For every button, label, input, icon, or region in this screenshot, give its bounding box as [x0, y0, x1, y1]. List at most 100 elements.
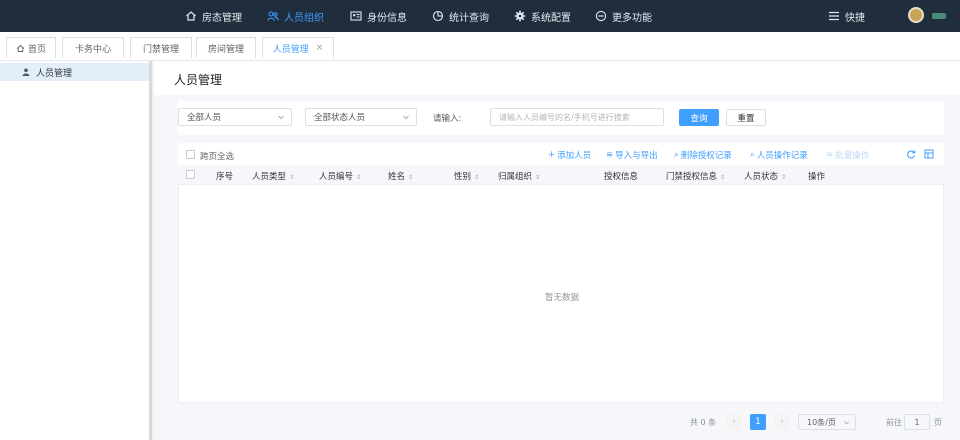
chevron-down-icon — [843, 419, 850, 426]
person-type-select-value: 全部人员 — [187, 113, 222, 123]
column-header-person-type[interactable]: 人员类型 ⇕ — [252, 170, 294, 182]
nav-item-more-functions[interactable]: 更多功能 — [595, 0, 652, 32]
goto-page-input[interactable]: 1 — [904, 414, 930, 430]
tab-label: 首页 — [27, 44, 46, 55]
page-size-value: 10条/页 — [807, 417, 836, 427]
plus-icon: + — [548, 150, 556, 160]
person-type-select[interactable]: 全部人员 — [178, 108, 292, 126]
filter-panel: 全部人员 全部状态人员 请输入: 请输入人员编号的名/手机号进行搜索 查询 重置 — [178, 101, 944, 135]
import-export-label: 导入与导出 — [615, 151, 658, 161]
nav-item-system-config[interactable]: 系统配置 — [514, 0, 571, 32]
reset-button[interactable]: 重置 — [726, 109, 766, 126]
users-icon — [267, 10, 279, 22]
column-header-person-id[interactable]: 人员编号 ⇕ — [319, 170, 361, 182]
sort-icon: ⇕ — [289, 174, 295, 181]
quick-menu-label: 快捷 — [845, 12, 865, 24]
import-export-button[interactable]: ≡ 导入与导出 — [606, 149, 658, 161]
sort-icon: ⇕ — [781, 174, 787, 181]
tab-access-control[interactable]: 门禁管理 — [130, 37, 192, 58]
id-card-icon — [350, 10, 362, 22]
tab-personnel-management[interactable]: 人员管理 × — [262, 37, 334, 58]
quick-menu-button[interactable]: 快捷 — [828, 0, 865, 32]
sidebar: 人员管理 — [0, 61, 152, 440]
add-person-button[interactable]: + 添加人员 — [548, 149, 591, 161]
goto-label: 前往 — [886, 418, 902, 427]
nav-item-personnel-org[interactable]: 人员组织 — [267, 0, 324, 32]
sort-icon: ⇕ — [720, 174, 726, 181]
home-icon — [16, 44, 25, 53]
menu-icon — [828, 10, 840, 22]
more-circle-icon — [595, 10, 607, 22]
top-navbar: 房态管理 人员组织 身份信息 统计查询 系统配置 更多功能 快捷 — [0, 0, 960, 32]
column-header-person-status[interactable]: 人员状态 ⇕ — [744, 170, 786, 182]
tab-label: 人员管理 — [272, 44, 309, 55]
person-status-select-value: 全部状态人员 — [314, 113, 366, 123]
home-icon — [185, 10, 197, 22]
next-page-button[interactable]: › — [774, 414, 790, 430]
column-header-index[interactable]: 序号 — [216, 170, 233, 182]
pagination: 共 0 条 ‹ 1 › 10条/页 前往 1 页 — [154, 411, 960, 433]
column-header-gender[interactable]: 性别 ⇕ — [454, 170, 479, 182]
nav-item-label: 身份信息 — [367, 12, 407, 24]
gear-icon — [514, 10, 526, 22]
sidebar-item-personnel-management[interactable]: 人员管理 — [0, 63, 149, 81]
select-all-pages-checkbox[interactable] — [186, 150, 195, 159]
tab-label: 房间管理 — [207, 44, 244, 55]
page-header: 人员管理 — [154, 61, 960, 95]
batch-operation-label: 批量操作 — [835, 151, 870, 161]
search-input[interactable]: 请输入人员编号的名/手机号进行搜索 — [490, 108, 664, 126]
close-icon[interactable]: × — [316, 43, 324, 53]
person-status-select[interactable]: 全部状态人员 — [305, 108, 417, 126]
column-header-access-auth-info[interactable]: 门禁授权信息 ⇕ — [666, 170, 725, 182]
add-person-label: 添加人员 — [557, 151, 592, 161]
column-header-name[interactable]: 姓名 ⇕ — [388, 170, 413, 182]
nav-item-label: 更多功能 — [612, 12, 652, 24]
column-header-actions: 操作 — [808, 172, 826, 182]
tab-label: 门禁管理 — [142, 44, 179, 55]
empty-state-text: 暂无数据 — [544, 293, 579, 303]
sort-icon: ⇕ — [356, 174, 362, 181]
nav-item-statistics[interactable]: 统计查询 — [432, 0, 489, 32]
sidebar-item-label: 人员管理 — [36, 68, 73, 79]
prev-page-button[interactable]: ‹ — [726, 414, 742, 430]
tab-card-center[interactable]: 卡务中心 — [62, 37, 124, 58]
page-number-current[interactable]: 1 — [750, 414, 766, 430]
table-header: 序号 人员类型 ⇕ 人员编号 ⇕ 姓名 ⇕ 性别 ⇕ 归属组织 ⇕ 授权信息 门禁授权信息… — [178, 165, 944, 185]
nav-item-label: 人员组织 — [284, 12, 324, 24]
nav-item-room-status[interactable]: 房态管理 — [185, 0, 242, 32]
main-content: 人员管理 全部人员 全部状态人员 请输入: 请输入人员编号的名/手机号进行搜索 … — [154, 61, 960, 440]
select-all-checkbox[interactable] — [186, 170, 195, 179]
pagination-total: 共 0 条 — [690, 418, 717, 427]
search-icon: ⌕ — [750, 150, 755, 160]
column-settings-icon[interactable] — [924, 149, 934, 159]
import-export-icon: ≡ — [606, 150, 614, 160]
delete-auth-records-button[interactable]: ⌕ 删除授权记录 — [674, 149, 732, 161]
table-body: 暂无数据 — [178, 185, 944, 403]
nav-item-label: 房态管理 — [202, 12, 242, 24]
page-size-select[interactable]: 10条/页 — [798, 414, 856, 430]
query-button[interactable]: 查询 — [679, 109, 719, 126]
user-icon — [22, 68, 30, 76]
refresh-icon[interactable] — [906, 149, 916, 159]
person-operation-log-label: 人员操作记录 — [756, 151, 808, 161]
avatar[interactable] — [908, 7, 924, 23]
sort-icon: ⇕ — [408, 174, 414, 181]
page-tabs-bar: 首页 卡务中心 门禁管理 房间管理 人员管理 × — [0, 32, 960, 61]
tab-room-management[interactable]: 房间管理 — [196, 37, 256, 58]
tab-label: 卡务中心 — [74, 44, 111, 55]
pie-chart-icon — [432, 10, 444, 22]
person-operation-log-button[interactable]: ⌕ 人员操作记录 — [750, 149, 808, 161]
column-header-auth-info[interactable]: 授权信息 — [604, 170, 638, 182]
nav-item-identity-info[interactable]: 身份信息 — [350, 0, 407, 32]
nav-item-label: 系统配置 — [531, 12, 571, 24]
batch-icon: ≡ — [826, 150, 834, 160]
batch-operation-button[interactable]: ≡ 批量操作 — [826, 149, 869, 161]
personnel-table-panel: 跨页全选 + 添加人员 ≡ 导入与导出 ⌕ 删除授权记录 ⌕ 人员操作记录 ≡ … — [178, 143, 944, 403]
chevron-down-icon — [402, 113, 410, 121]
tab-home[interactable]: 首页 — [6, 37, 56, 58]
nav-item-label: 统计查询 — [449, 12, 489, 24]
column-header-organization[interactable]: 归属组织 ⇕ — [498, 170, 540, 182]
table-toolbar: 跨页全选 + 添加人员 ≡ 导入与导出 ⌕ 删除授权记录 ⌕ 人员操作记录 ≡ … — [178, 143, 944, 163]
page-suffix-label: 页 — [934, 418, 942, 427]
search-label: 请输入: — [433, 114, 462, 124]
